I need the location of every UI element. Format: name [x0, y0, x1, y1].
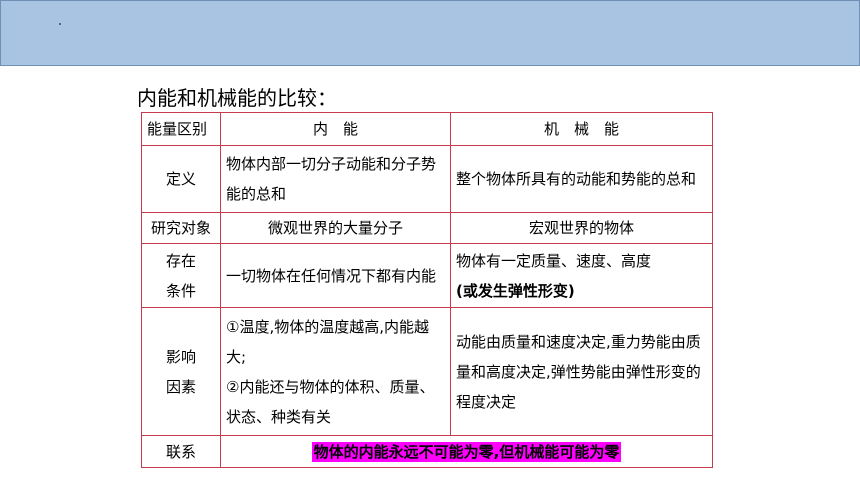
cell-definition-mechanical: 整个物体所具有的动能和势能的总和 [450, 145, 713, 213]
cell-factors-internal: ①温度,物体的温度越高,内能越大; ②内能还与物体的体积、质量、状态、种类有关 [220, 307, 451, 436]
title-banner [0, 0, 860, 66]
cell-factors-internal-line2: ②内能还与物体的体积、质量、状态、种类有关 [226, 377, 435, 426]
cell-object-internal: 微观世界的大量分子 [220, 212, 451, 244]
cell-object-mechanical: 宏观世界的物体 [450, 212, 713, 244]
row-label-factors: 影响 因素 [141, 307, 221, 436]
cell-relation: 物体的内能永远不可能为零,但机械能可能为零 [220, 435, 713, 468]
table-row-object: 研究对象 微观世界的大量分子 宏观世界的物体 [141, 212, 713, 244]
cell-definition-internal: 物体内部一切分子动能和分子势能的总和 [220, 145, 451, 213]
header-cell-internal-energy: 内 能 [220, 112, 451, 146]
page-heading: 内能和机械能的比较： [137, 86, 337, 110]
table-row-relation: 联系 物体的内能永远不可能为零,但机械能可能为零 [141, 435, 713, 468]
header-cell-mechanical-energy: 机 械 能 [450, 112, 713, 146]
row-label-condition: 存在 条件 [141, 243, 221, 308]
row-label-object: 研究对象 [141, 212, 221, 244]
banner-dot [59, 23, 61, 25]
cell-condition-mechanical-line2: (或发生弹性形变) [456, 281, 575, 300]
header-cell-category: 能量区别 [141, 112, 221, 146]
cell-factors-internal-line1: ①温度,物体的温度越高,内能越大; [226, 317, 429, 366]
row-label-relation: 联系 [141, 435, 221, 468]
table-row-factors: 影响 因素 ①温度,物体的温度越高,内能越大; ②内能还与物体的体积、质量、状态… [141, 307, 713, 436]
table-header-row: 能量区别 内 能 机 械 能 [141, 112, 713, 146]
cell-condition-mechanical-line1: 物体有一定质量、速度、高度 [456, 251, 652, 270]
row-label-condition-line1: 存在 [165, 251, 196, 270]
row-label-definition: 定义 [141, 145, 221, 213]
table-row-definition: 定义 物体内部一切分子动能和分子势能的总和 整个物体所具有的动能和势能的总和 [141, 145, 713, 213]
row-label-condition-line2: 条件 [165, 281, 196, 300]
comparison-table: 能量区别 内 能 机 械 能 定义 物体内部一切分子动能和分子势能的总和 整个物… [141, 112, 713, 468]
cell-condition-mechanical: 物体有一定质量、速度、高度 (或发生弹性形变) [450, 243, 713, 308]
relation-highlight-text: 物体的内能永远不可能为零,但机械能可能为零 [311, 441, 622, 462]
row-label-factors-line1: 影响 [165, 347, 196, 366]
table-row-condition: 存在 条件 一切物体在任何情况下都有内能 物体有一定质量、速度、高度 (或发生弹… [141, 243, 713, 308]
row-label-factors-line2: 因素 [165, 377, 196, 396]
cell-condition-internal: 一切物体在任何情况下都有内能 [220, 243, 451, 308]
cell-factors-mechanical: 动能由质量和速度决定,重力势能由质量和高度决定,弹性势能由弹性形变的程度决定 [450, 307, 713, 436]
